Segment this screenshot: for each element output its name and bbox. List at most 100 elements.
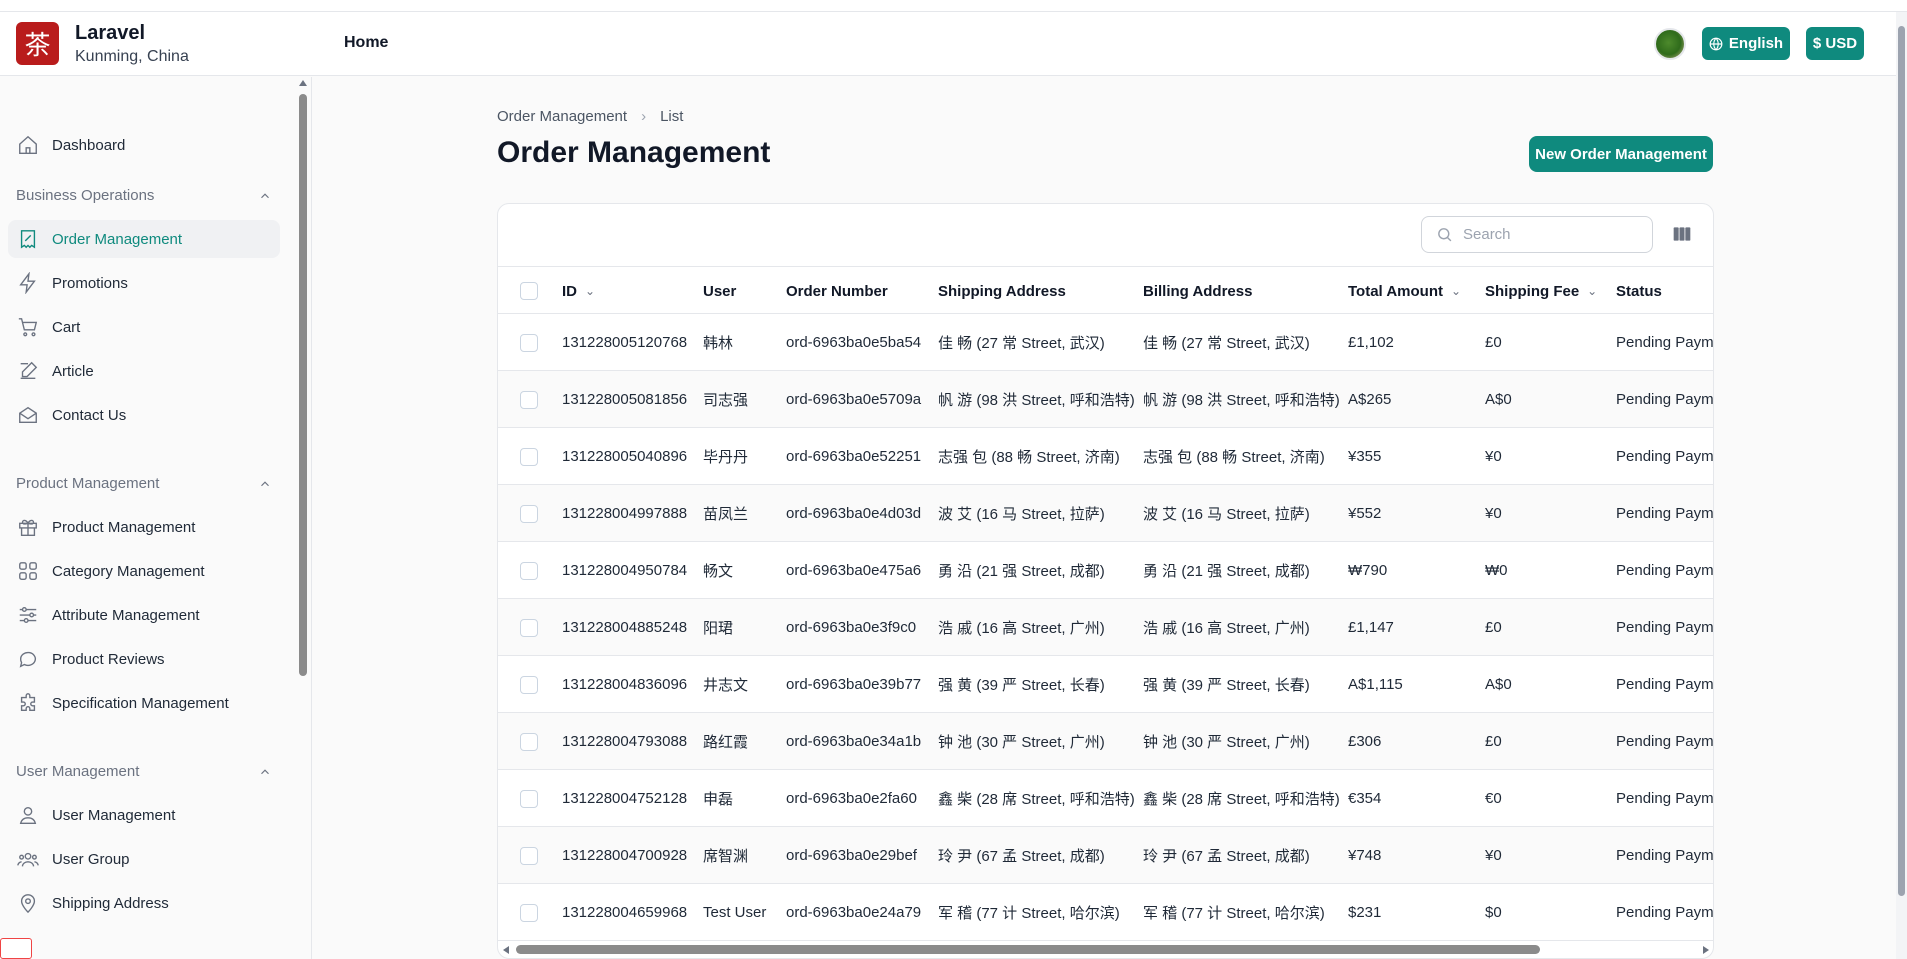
debug-badge[interactable] <box>0 938 32 959</box>
cell-user: 井志文 <box>703 677 749 694</box>
cell-id: 131228005040896 <box>562 448 688 465</box>
sidebar-item-attribute-management[interactable]: Attribute Management <box>8 596 280 634</box>
table-horizontal-scrollbar[interactable] <box>498 940 1713 958</box>
row-checkbox[interactable] <box>520 333 538 352</box>
sidebar-item-order-management[interactable]: Order Management <box>8 220 280 258</box>
column-header-status: Status <box>1616 267 1662 315</box>
column-header-id[interactable]: ID ⌄ <box>562 267 595 315</box>
table-row[interactable]: 131228004793088 路红霞 ord-6963ba0e34a1b 钟 池 (… <box>498 713 1714 770</box>
table-row[interactable]: 131228005120768 韩林 ord-6963ba0e5ba54 佳 畅 (2… <box>498 314 1713 371</box>
table-row[interactable]: 131228004659968 Test User ord-6963ba0e24a7… <box>498 884 1713 941</box>
table-row[interactable]: 131228004885248 阳珺 ord-6963ba0e3f9c0 浩 戚 (1… <box>498 599 1713 656</box>
row-checkbox[interactable] <box>520 390 538 409</box>
sort-chevron-icon[interactable]: ⌄ <box>1451 284 1461 298</box>
brand-logo[interactable]: 茶 <box>16 22 59 65</box>
sidebar-item-product-reviews[interactable]: Product Reviews <box>8 640 280 678</box>
sidebar-item-user-group[interactable]: User Group <box>8 840 280 878</box>
table-row[interactable]: 131228005081856 司志强 ord-6963ba0e5709a 帆 游 (… <box>498 371 1713 428</box>
scroll-left-arrow-icon[interactable] <box>503 946 509 954</box>
row-checkbox[interactable] <box>520 561 538 580</box>
cell-user: 路红霞 <box>703 734 749 751</box>
cell-id: 131228005081856 <box>562 391 688 408</box>
row-checkbox[interactable] <box>520 675 538 694</box>
cell-bill: 钟 池 (30 严 Street, 广州) <box>1143 734 1310 751</box>
column-header-label: ID <box>562 282 577 300</box>
cell-fee: £0 <box>1485 334 1502 351</box>
sidebar-item-label: Promotions <box>52 274 128 292</box>
currency-button[interactable]: $ USD <box>1806 27 1864 60</box>
column-toggle-button[interactable] <box>1672 224 1692 244</box>
scroll-right-arrow-icon[interactable] <box>1703 946 1709 954</box>
cell-ship: 浩 戚 (16 高 Street, 广州) <box>938 620 1105 637</box>
page-scrollbar[interactable] <box>1896 12 1907 959</box>
sidebar-item-article[interactable]: Article <box>8 352 280 390</box>
cell-id: 131228005120768 <box>562 334 688 351</box>
language-button[interactable]: English <box>1702 27 1790 60</box>
sidebar-item-label: Shipping Address <box>52 894 169 912</box>
row-checkbox[interactable] <box>520 504 538 523</box>
cell-total: $231 <box>1348 904 1382 921</box>
user-avatar[interactable] <box>1654 28 1686 60</box>
table-row[interactable]: 131228004836096 井志文 ord-6963ba0e39b77 强 黄 (… <box>498 656 1713 713</box>
row-checkbox-cell <box>520 371 538 428</box>
cell-order: ord-6963ba0e39b77 <box>786 676 922 693</box>
sidebar-item-cart[interactable]: Cart <box>8 308 280 346</box>
chevron-up-icon <box>261 768 269 774</box>
cell-fee: €0 <box>1485 790 1502 807</box>
cart-icon <box>16 315 40 339</box>
cell-bill: 佳 畅 (27 常 Street, 武汉) <box>1143 335 1310 352</box>
sidebar-item-label: Product Reviews <box>52 650 165 668</box>
cell-id: 131228004700928 <box>562 847 688 864</box>
table-row[interactable]: 131228004752128 申磊 ord-6963ba0e2fa60 鑫 柴 (2… <box>498 770 1713 827</box>
cell-total: £306 <box>1348 733 1382 750</box>
sidebar-item-promotions[interactable]: Promotions <box>8 264 280 302</box>
select-all-checkbox-cell <box>520 267 538 315</box>
breadcrumb-separator-icon: › <box>641 108 647 125</box>
page-scrollbar-thumb[interactable] <box>1898 26 1905 896</box>
select-all-checkbox[interactable] <box>520 282 538 300</box>
sidebar-item-contact-us[interactable]: Contact Us <box>8 396 280 434</box>
table-row[interactable]: 131228004700928 席智渊 ord-6963ba0e29bef 玲 尹 (… <box>498 827 1713 884</box>
sidebar-group-user-management[interactable]: User Management <box>16 763 272 780</box>
row-checkbox[interactable] <box>520 846 538 865</box>
column-header-shipping-fee[interactable]: Shipping Fee ⌄ <box>1485 267 1597 315</box>
row-checkbox[interactable] <box>520 732 538 751</box>
new-order-management-button[interactable]: New Order Management <box>1529 136 1713 172</box>
sort-chevron-icon[interactable]: ⌄ <box>1587 284 1597 298</box>
column-header-total-amount[interactable]: Total Amount ⌄ <box>1348 267 1461 315</box>
cell-ship: 波 艾 (16 马 Street, 拉萨) <box>938 506 1105 523</box>
sidebar-item-dashboard[interactable]: Dashboard <box>8 126 280 164</box>
search-input[interactable]: Search <box>1421 216 1653 253</box>
sidebar-scrollbar-thumb[interactable] <box>299 94 307 676</box>
row-checkbox[interactable] <box>520 789 538 808</box>
breadcrumb-parent[interactable]: Order Management <box>497 108 627 125</box>
sidebar-group-business-operations[interactable]: Business Operations <box>16 187 272 204</box>
cell-user: 苗凤兰 <box>703 506 749 523</box>
cell-order: ord-6963ba0e4d03d <box>786 505 922 522</box>
table-row[interactable]: 131228004950784 畅文 ord-6963ba0e475a6 勇 沿 (2… <box>498 542 1713 599</box>
sidebar-item-category-management[interactable]: Category Management <box>8 552 280 590</box>
cell-id: 131228004752128 <box>562 790 688 807</box>
sidebar-item-shipping-address[interactable]: Shipping Address <box>8 884 280 922</box>
scroll-up-arrow-icon[interactable] <box>299 80 307 86</box>
row-checkbox[interactable] <box>520 618 538 637</box>
row-checkbox-cell <box>520 314 538 371</box>
sidebar-item-specification-management[interactable]: Specification Management <box>8 684 280 722</box>
table-row[interactable]: 131228005040896 毕丹丹 ord-6963ba0e52251 志强 包 … <box>498 428 1713 485</box>
sidebar-item-label: Article <box>52 362 94 380</box>
horizontal-scrollbar-thumb[interactable] <box>516 945 1540 954</box>
brand-location: Kunming, China <box>75 48 189 65</box>
chevron-up-icon <box>261 480 269 486</box>
sidebar-group-product-management[interactable]: Product Management <box>16 475 272 492</box>
sort-chevron-icon[interactable]: ⌄ <box>585 284 595 298</box>
table-row[interactable]: 131228004997888 苗凤兰 ord-6963ba0e4d03d 波 艾 (… <box>498 485 1713 542</box>
top-bar: 茶 Laravel Kunming, China Home English $ … <box>0 12 1907 76</box>
row-checkbox[interactable] <box>520 447 538 466</box>
row-checkbox[interactable] <box>520 903 538 922</box>
sidebar-item-user-management[interactable]: User Management <box>8 796 280 834</box>
brand-name[interactable]: Laravel <box>75 22 145 45</box>
nav-home-link[interactable]: Home <box>344 34 388 52</box>
cell-status: Pending Payment <box>1616 733 1714 750</box>
sidebar-scrollbar[interactable] <box>297 80 309 959</box>
sidebar-item-product-management[interactable]: Product Management <box>8 508 280 546</box>
